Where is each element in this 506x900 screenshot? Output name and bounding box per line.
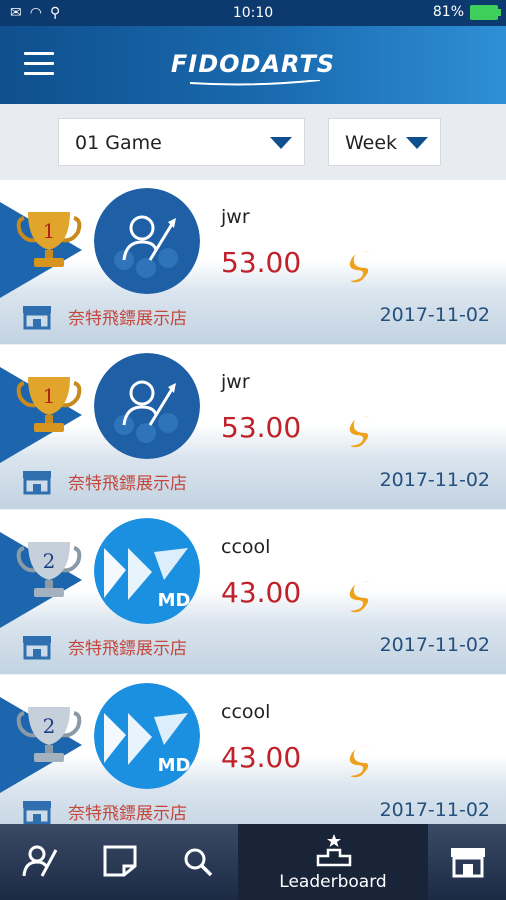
leaderboard-entry[interactable]: 2 MD ccool 43.00 奈特飛鏢展示店 2017-11-02: [0, 675, 506, 824]
battery-percent: 81%: [432, 4, 464, 20]
logo-swoosh-icon: [190, 80, 320, 86]
leaderboard-entry[interactable]: 1 jwr 53.00 奈特飛鏢展示店 2017-11-02: [0, 180, 506, 344]
shop-name[interactable]: 奈特飛鏢展示店: [68, 304, 187, 329]
nav-profile[interactable]: [0, 824, 80, 900]
shop-icon: [23, 306, 51, 330]
score-s-icon: [349, 581, 370, 613]
shop-name[interactable]: 奈特飛鏢展示店: [68, 799, 187, 824]
leaderboard-icon: [316, 834, 352, 867]
app-logo: FIDODARTS: [170, 50, 336, 78]
shop-icon: [23, 471, 51, 495]
gold-trophy-icon: 1: [16, 377, 82, 432]
entry-date: 2017-11-02: [379, 799, 490, 821]
gold-trophy-icon: 1: [16, 212, 82, 267]
shop-name[interactable]: 奈特飛鏢展示店: [68, 469, 187, 494]
svg-text:2: 2: [43, 549, 56, 573]
nav-leaderboard[interactable]: Leaderboard: [238, 824, 428, 900]
shop-name[interactable]: 奈特飛鏢展示店: [68, 634, 187, 659]
nav-leaderboard-label: Leaderboard: [279, 872, 387, 892]
score-s-icon: [349, 416, 370, 448]
player-name: ccool: [221, 701, 271, 723]
status-time: 10:10: [232, 5, 274, 21]
profile-icon: [22, 845, 58, 877]
chevron-down-icon: [270, 137, 292, 149]
avatar[interactable]: MD: [94, 518, 200, 624]
player-score: 43.00: [221, 576, 302, 609]
period-value: Week: [345, 132, 398, 154]
nav-shop[interactable]: [428, 824, 506, 900]
search-icon: [184, 848, 213, 877]
shop-icon: [451, 848, 485, 878]
player-score: 53.00: [221, 246, 302, 279]
app-bar: FIDODARTS: [0, 26, 506, 104]
silver-trophy-icon: 2: [16, 542, 82, 597]
battery-icon: [470, 4, 501, 20]
player-score: 43.00: [221, 741, 302, 774]
shop-icon: [23, 801, 51, 824]
nav-search[interactable]: [160, 824, 238, 900]
svg-text:1: 1: [43, 384, 56, 408]
svg-text:2: 2: [43, 714, 56, 738]
period-select[interactable]: Week: [328, 118, 441, 166]
svg-text:1: 1: [43, 219, 56, 243]
status-icons-right: 81%: [432, 4, 501, 20]
game-type-select[interactable]: 01 Game: [58, 118, 305, 166]
player-name: jwr: [221, 371, 250, 393]
bottom-nav: Leaderboard: [0, 824, 506, 900]
chevron-down-icon: [406, 137, 428, 149]
md-logo-icon: MD: [94, 683, 200, 789]
shop-icon: [23, 636, 51, 660]
player-name: ccool: [221, 536, 271, 558]
leaderboard-list[interactable]: 1 jwr 53.00 奈特飛鏢展示店 2017-11-02 1 jwr 53.…: [0, 180, 506, 824]
score-s-icon: [349, 251, 370, 283]
status-bar: ✉ ◠ ⚲ 10:10 81%: [0, 0, 506, 26]
leaderboard-entry[interactable]: 2 MD ccool 43.00 奈特飛鏢展示店 2017-11-02: [0, 510, 506, 674]
default-user-icon: [94, 188, 200, 294]
entry-date: 2017-11-02: [379, 304, 490, 326]
silver-trophy-icon: 2: [16, 707, 82, 762]
entry-date: 2017-11-02: [379, 469, 490, 491]
game-type-value: 01 Game: [75, 132, 162, 154]
player-score: 53.00: [221, 411, 302, 444]
score-s-icon: [349, 746, 370, 778]
notes-icon: [103, 845, 137, 877]
leaderboard-entry[interactable]: 1 jwr 53.00 奈特飛鏢展示店 2017-11-02: [0, 345, 506, 509]
entry-date: 2017-11-02: [379, 634, 490, 656]
default-user-icon: [94, 353, 200, 459]
player-name: jwr: [221, 206, 250, 228]
nav-notes[interactable]: [80, 824, 160, 900]
avatar[interactable]: [94, 353, 200, 459]
avatar[interactable]: [94, 188, 200, 294]
filter-bar: 01 Game Week: [0, 104, 506, 180]
avatar[interactable]: MD: [94, 683, 200, 789]
md-logo-icon: MD: [94, 518, 200, 624]
